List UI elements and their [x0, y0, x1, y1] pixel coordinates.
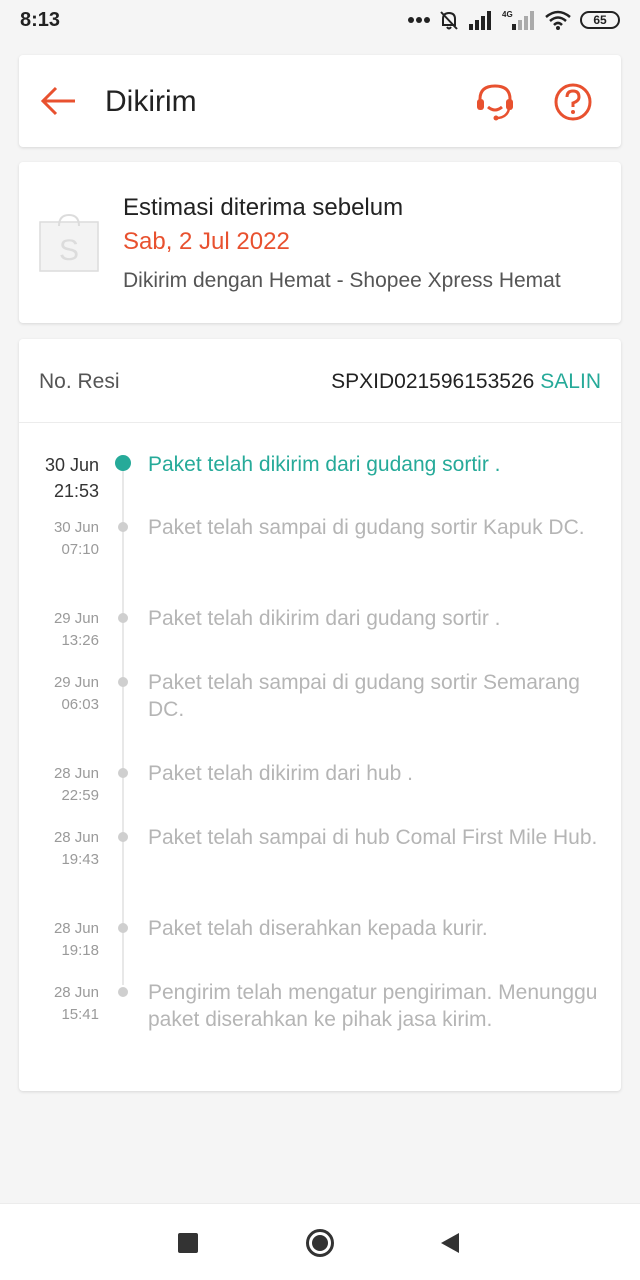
- help-button[interactable]: [552, 81, 594, 123]
- delivery-estimate-card: S Estimasi diterima sebelum Sab, 2 Jul 2…: [19, 162, 621, 323]
- signal-icon: [469, 11, 491, 30]
- more-dots-icon: [408, 17, 430, 23]
- event-time: 22:59: [61, 787, 99, 804]
- event-description: Pengirim telah mengatur pengiriman. Menu…: [148, 981, 598, 1031]
- event-description: Paket telah sampai di hub Comal First Mi…: [148, 826, 598, 849]
- system-back-button[interactable]: [437, 1228, 467, 1258]
- event-dot: [118, 923, 128, 933]
- status-time: 8:13: [20, 8, 61, 31]
- event-description: Paket telah sampai di gudang sortir Kapu…: [148, 516, 585, 539]
- estimate-date: Sab, 2 Jul 2022: [123, 228, 290, 255]
- estimate-title: Estimasi diterima sebelum: [123, 194, 404, 221]
- triangle-back-icon: [441, 1233, 459, 1253]
- tracking-number-label: No. Resi: [39, 370, 120, 393]
- event-dot: [118, 987, 128, 997]
- event-date: 28 Jun: [53, 984, 99, 1001]
- status-bar: 8:13 4G 65: [0, 0, 640, 40]
- mute-bell-icon: [440, 11, 458, 30]
- shopping-bag-icon: S: [39, 212, 99, 272]
- tracking-number-row: No. Resi SPXID021596153526 SALIN: [19, 339, 621, 423]
- question-circle-icon: [554, 83, 592, 121]
- event-date: 30 Jun: [44, 455, 99, 475]
- page-title: Dikirim: [105, 85, 197, 118]
- home-button[interactable]: [305, 1228, 335, 1258]
- event-dot: [118, 522, 128, 532]
- headset-icon: [477, 84, 513, 121]
- event-time: 19:43: [61, 851, 99, 868]
- event-description: Paket telah dikirim dari hub .: [148, 762, 413, 785]
- event-dot: [118, 677, 128, 687]
- status-icons: 4G 65: [408, 9, 620, 31]
- wifi-icon: [545, 10, 571, 30]
- circle-home-icon: [306, 1229, 334, 1257]
- event-description: Paket telah dikirim dari gudang sortir .: [148, 453, 501, 476]
- svg-text:4G: 4G: [502, 10, 513, 19]
- event-dot: [118, 768, 128, 778]
- recents-button[interactable]: [173, 1228, 203, 1258]
- header-bar: Dikirim: [19, 55, 621, 147]
- signal-4g-icon: 4G: [502, 10, 534, 30]
- event-date: 28 Jun: [53, 920, 99, 937]
- event-time: 07:10: [61, 541, 99, 558]
- event-time: 06:03: [61, 696, 99, 713]
- copy-button[interactable]: SALIN: [540, 370, 601, 393]
- shipping-service: Dikirim dengan Hemat - Shopee Xpress Hem…: [123, 269, 561, 292]
- event-date: 29 Jun: [53, 674, 99, 691]
- event-time: 13:26: [61, 632, 99, 649]
- event-time: 19:18: [61, 942, 99, 959]
- event-description: Paket telah sampai di gudang sortir Sema…: [148, 671, 580, 721]
- timeline-line: [122, 465, 124, 985]
- square-icon: [178, 1233, 198, 1253]
- customer-support-button[interactable]: [474, 81, 516, 123]
- event-date: 30 Jun: [53, 519, 99, 536]
- event-description: Paket telah dikirim dari gudang sortir .: [148, 607, 501, 630]
- arrow-left-icon: [40, 86, 75, 116]
- event-date: 28 Jun: [53, 765, 99, 782]
- event-date: 28 Jun: [53, 829, 99, 846]
- system-nav-bar: [0, 1203, 640, 1280]
- event-dot: [115, 455, 131, 471]
- battery-indicator: 65: [580, 11, 620, 29]
- event-date: 29 Jun: [53, 610, 99, 627]
- svg-text:S: S: [59, 234, 79, 267]
- event-dot: [118, 613, 128, 623]
- tracking-card: No. Resi SPXID021596153526 SALIN 30 Jun 2…: [19, 339, 621, 1091]
- event-dot: [118, 832, 128, 842]
- event-description: Paket telah diserahkan kepada kurir.: [148, 917, 488, 940]
- event-time: 21:53: [53, 481, 99, 501]
- back-button[interactable]: [39, 81, 79, 121]
- tracking-number-value: SPXID021596153526 SALIN: [331, 370, 601, 394]
- event-time: 15:41: [61, 1006, 99, 1023]
- tracking-number: SPXID021596153526: [331, 370, 535, 393]
